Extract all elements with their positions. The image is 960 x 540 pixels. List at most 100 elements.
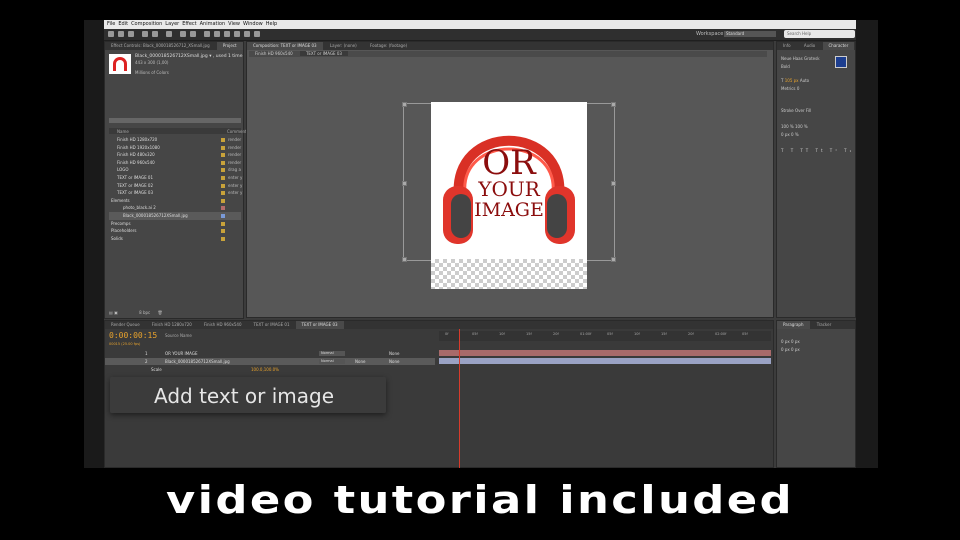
eraser-tool-icon[interactable] (234, 31, 240, 37)
brush-tool-icon[interactable] (214, 31, 220, 37)
layer-trkmat[interactable]: None (355, 359, 365, 364)
project-item[interactable]: LOGO drag a (109, 166, 241, 174)
tab-effect-controls[interactable]: Effect Controls: Black_000018526712_XSma… (105, 42, 216, 50)
hand-tool-icon[interactable] (118, 31, 124, 37)
label-color-swatch[interactable] (221, 160, 225, 165)
menu-animation[interactable]: Animation (200, 20, 226, 29)
layer-row-2[interactable]: 2 Black_000018526712XSmall.jpg Normal No… (105, 358, 435, 365)
project-item[interactable]: TEXT or IMAGE 01 enter y (109, 174, 242, 182)
project-item[interactable]: Elements (109, 197, 241, 205)
label-color-swatch[interactable] (221, 229, 225, 234)
timeline-tab[interactable]: Render Queue (105, 321, 146, 329)
project-item[interactable]: Finish HD 1920x1080 render (109, 144, 241, 152)
interpret-footage-icon[interactable]: ▤ (109, 310, 113, 315)
project-item[interactable]: Precomps (109, 220, 241, 228)
project-item[interactable]: TEXT or IMAGE 02 enter y (109, 182, 242, 190)
zoom-tool-icon[interactable] (128, 31, 134, 37)
puppet-tool-icon[interactable] (254, 31, 260, 37)
tab-character[interactable]: Character (822, 42, 855, 50)
layer-parent[interactable]: None (389, 351, 399, 356)
menu-window[interactable]: Window (243, 20, 263, 29)
handle-left[interactable] (402, 181, 407, 186)
label-color-swatch[interactable] (221, 236, 225, 241)
menu-edit[interactable]: Edit (118, 20, 128, 29)
breadcrumb-current[interactable]: TEXT or IMAGE 03 (299, 51, 348, 56)
comp-artboard[interactable]: OR YOUR IMAGE (431, 102, 587, 289)
clone-tool-icon[interactable] (224, 31, 230, 37)
tab-info[interactable]: Info (777, 42, 797, 50)
indent-left[interactable]: 0 px (781, 339, 790, 344)
kerning-value[interactable]: Metrics (781, 86, 796, 91)
project-item[interactable]: Finish HD 480x320 render (109, 151, 241, 159)
font-style-select[interactable]: Bold (781, 64, 790, 70)
rotate-tool-icon[interactable] (142, 31, 148, 37)
menu-layer[interactable]: Layer (165, 20, 179, 29)
space-before[interactable]: 0 px (791, 347, 800, 352)
timeline-tab[interactable]: Finish HD 960x540 (198, 321, 248, 329)
font-select[interactable]: Neue Haas Grotesk (781, 56, 820, 62)
tab-paragraph[interactable]: Paragraph (777, 321, 810, 329)
trash-icon[interactable]: 🗑 (158, 310, 163, 315)
tab-composition[interactable]: Composition: TEXT or IMAGE 03 (247, 42, 323, 50)
handle-bottom-left[interactable] (402, 257, 407, 262)
project-item[interactable]: Solids (109, 235, 241, 243)
menu-file[interactable]: File (107, 20, 115, 29)
font-size-value[interactable]: 105 px (785, 78, 799, 83)
menu-effect[interactable]: Effect (182, 20, 196, 29)
label-color-swatch[interactable] (221, 198, 225, 203)
project-item[interactable]: Finish HD 960x540 render (109, 159, 241, 167)
timeline-tab[interactable]: TEXT or IMAGE 01 (248, 321, 296, 329)
selection-tool-icon[interactable] (108, 31, 114, 37)
menu-help[interactable]: Help (266, 20, 277, 29)
roto-brush-icon[interactable] (244, 31, 250, 37)
column-name[interactable]: Name (117, 129, 129, 134)
text-style-buttons[interactable]: T T TT Tt T¹ T₁ (781, 148, 854, 154)
layer-mode-select[interactable]: Normal (319, 351, 345, 356)
horizontal-scale[interactable]: 100 % (795, 124, 808, 129)
project-item[interactable]: photo_black.ai 2 (109, 204, 241, 212)
label-color-swatch[interactable] (221, 206, 225, 211)
tab-tracker[interactable]: Tracker (811, 321, 837, 329)
type-tool-icon[interactable] (204, 31, 210, 37)
tracking-value[interactable]: 0 (797, 86, 800, 91)
pan-behind-tool-icon[interactable] (166, 31, 172, 37)
project-item[interactable]: Black_000018526712XSmall.jpg (109, 211, 241, 220)
handle-bottom-right[interactable] (611, 257, 616, 262)
playhead[interactable] (459, 329, 460, 468)
label-color-swatch[interactable] (221, 183, 225, 188)
current-time[interactable]: 0:00:00:15 (109, 331, 157, 340)
timeline-tab[interactable]: TEXT or IMAGE 03 (295, 321, 344, 329)
scale-property-row[interactable]: Scale 100.0,100.0% (105, 366, 435, 373)
fill-color-swatch[interactable] (835, 56, 847, 68)
tab-audio[interactable]: Audio (798, 42, 821, 50)
tsume[interactable]: 0 % (791, 132, 799, 137)
tab-footage[interactable]: Footage: (footage) (364, 42, 413, 50)
property-value[interactable]: 100.0,100.0% (251, 367, 279, 372)
stroke-select[interactable]: Stroke Over Fill (781, 108, 811, 114)
leading-value[interactable]: Auto (800, 78, 809, 83)
project-item[interactable]: TEXT or IMAGE 03 enter y (109, 189, 242, 197)
tab-project[interactable]: Project (216, 42, 243, 50)
label-color-swatch[interactable] (221, 145, 225, 150)
mask-tool-icon[interactable] (180, 31, 186, 37)
project-item[interactable]: Finish HD 1280x720 render (109, 136, 241, 144)
workspace-select[interactable]: Standard (724, 31, 776, 37)
column-source-name[interactable]: Source Name (165, 333, 192, 338)
track-bar-1[interactable] (439, 350, 771, 356)
time-ruler[interactable]: 0f 05f 10f 15f 20f 01:00f 05f 10f 15f 20f 02:00f 05… (439, 331, 771, 341)
label-color-swatch[interactable] (221, 191, 225, 196)
bpc-button[interactable]: 8 bpc (139, 310, 150, 315)
indent-right[interactable]: 0 px (791, 339, 800, 344)
pen-tool-icon[interactable] (190, 31, 196, 37)
layer-parent[interactable]: None (389, 359, 399, 364)
handle-top-right[interactable] (611, 102, 616, 107)
timeline-tab[interactable]: Finish HD 1280x720 (146, 321, 198, 329)
label-color-swatch[interactable] (221, 213, 225, 218)
layer-mode-select[interactable]: Normal (319, 359, 345, 364)
column-comment[interactable]: Comment (227, 129, 247, 134)
handle-top-left[interactable] (402, 102, 407, 107)
new-folder-icon[interactable]: ▣ (114, 310, 118, 315)
handle-right[interactable] (611, 181, 616, 186)
label-color-swatch[interactable] (221, 153, 225, 158)
indent-first[interactable]: 0 px (781, 347, 790, 352)
